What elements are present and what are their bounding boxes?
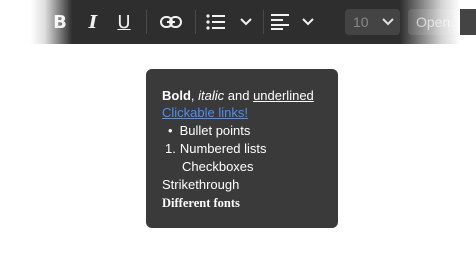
font-size-select[interactable]: 10 [345,9,400,35]
underlined-text: underlined [253,88,314,103]
clickable-link[interactable]: Clickable links! [162,104,248,122]
and-text: and [224,88,254,103]
bullet-text: Bullet points [179,123,251,138]
toolbar-divider [263,10,264,34]
toolbar-divider [195,10,196,34]
numbered-marker: 1. [165,141,176,156]
link-icon [160,16,182,28]
insert-link-button[interactable] [156,8,186,36]
font-family-value: Open [416,14,451,30]
toolbar-divider [146,10,147,34]
strikethrough-text: Strikethrough [162,177,240,192]
font-size-value: 10 [353,14,369,30]
bullet-item: • Bullet points [168,122,250,140]
chevron-down-icon [381,18,394,26]
checkbox-item: Checkboxes [182,159,254,174]
formatting-toolbar: B I U 10 Open [30,0,476,44]
tooltip-line-styles: Bold, italic and underlined [162,87,314,105]
bold-icon: B [53,11,67,33]
italic-text: italic [198,88,225,103]
align-left-icon [271,14,289,30]
align-dropdown-button[interactable] [298,8,318,36]
bold-text: Bold [162,88,191,103]
formatting-preview-tooltip: Bold, italic and underlined Clickable li… [146,69,338,228]
font-family-select[interactable]: Open [408,9,476,35]
italic-button[interactable]: I [81,8,105,36]
bullet-marker: • [168,123,173,138]
different-fonts-text: Different fonts [162,196,240,210]
numbered-text: Numbered lists [179,141,267,156]
chevron-down-icon [302,18,314,26]
italic-icon: I [88,11,98,33]
align-button[interactable] [268,8,292,36]
bold-button[interactable]: B [48,8,72,36]
underline-icon: U [117,11,131,33]
numbered-item: 1. Numbered lists [165,140,267,158]
list-dropdown-button[interactable] [236,8,256,36]
list-button[interactable] [204,8,228,36]
chevron-down-icon [240,18,252,26]
underline-button[interactable]: U [112,8,136,36]
bulleted-list-icon [206,14,225,30]
